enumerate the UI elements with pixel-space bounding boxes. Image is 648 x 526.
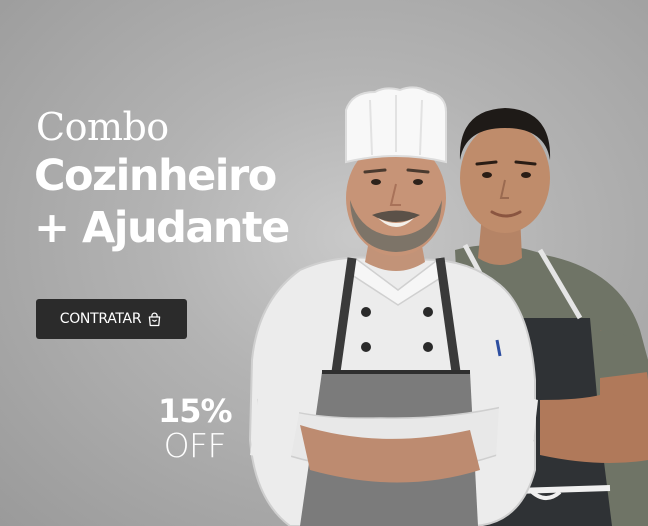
promo-banner: Combo Cozinheiro + Ajudante CONTRATAR 15…: [0, 0, 648, 526]
discount-value: 15%: [158, 392, 233, 430]
chef-and-assistant-photo: [248, 86, 648, 526]
discount-badge: 15% OFF: [158, 392, 233, 465]
shopping-bag-icon: [149, 312, 161, 326]
contratar-button[interactable]: CONTRATAR: [36, 299, 187, 339]
promo-headline: Combo Cozinheiro + Ajudante: [34, 104, 290, 254]
discount-label: OFF: [163, 426, 227, 465]
headline-combo: Combo: [36, 105, 169, 149]
contratar-button-label: CONTRATAR: [59, 311, 142, 327]
headline-ajudante: + Ajudante: [34, 203, 290, 253]
headline-cozinheiro: Cozinheiro: [34, 151, 277, 201]
